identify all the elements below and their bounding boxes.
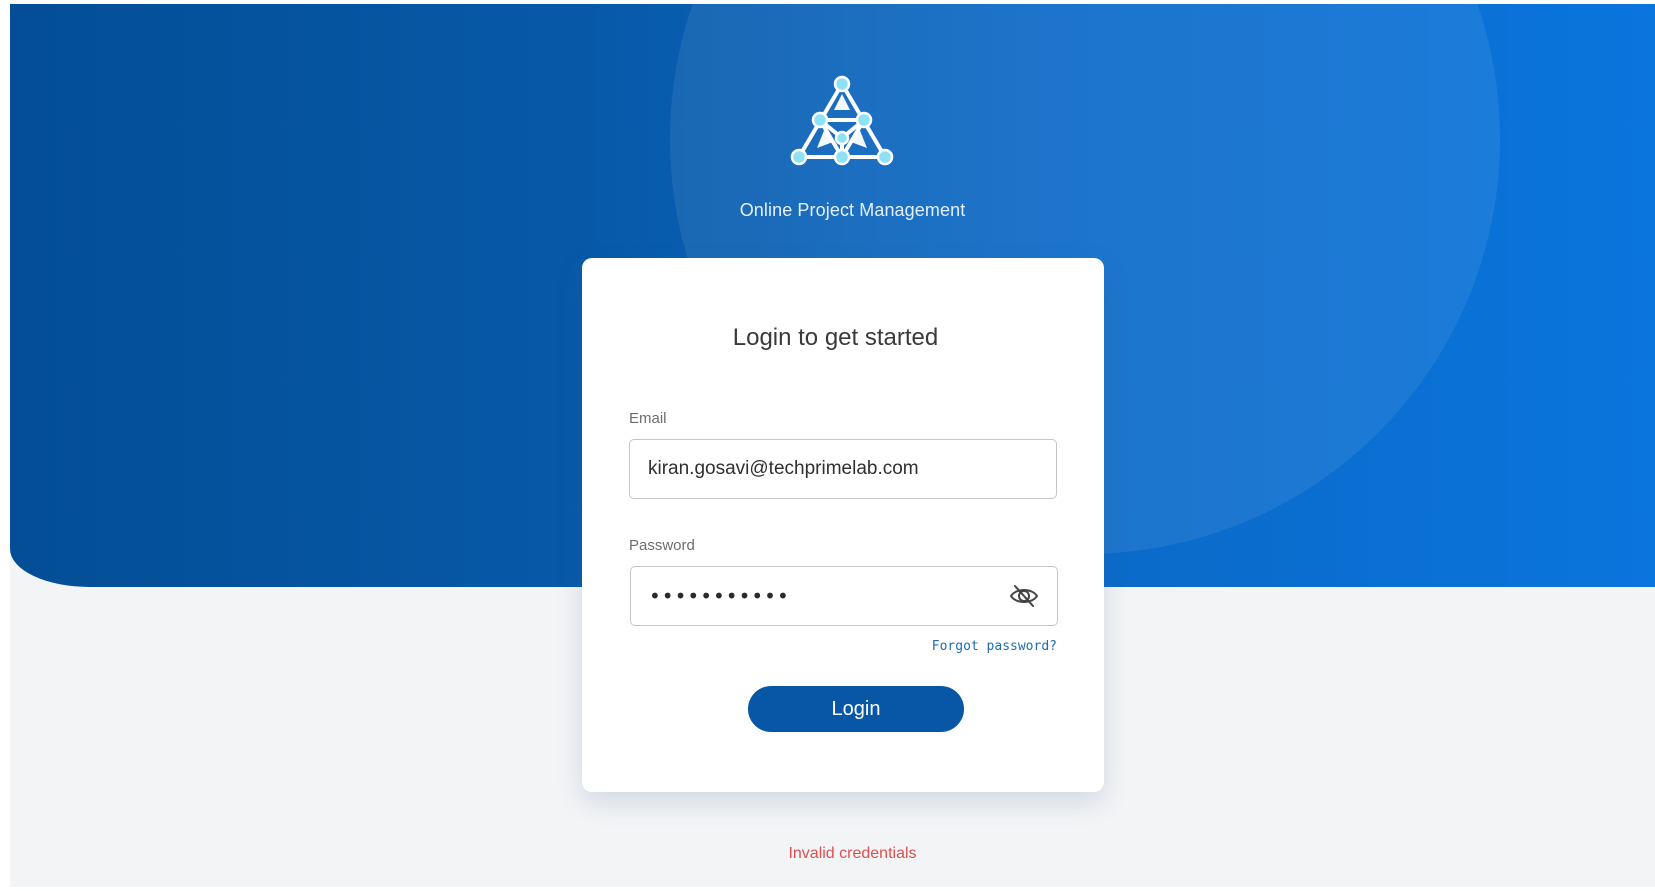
email-field[interactable] [648, 440, 1028, 498]
login-button[interactable]: Login [748, 686, 964, 732]
password-label: Password [629, 537, 695, 554]
email-label: Email [629, 410, 667, 427]
password-masked-value: ••••••••••• [649, 584, 790, 608]
password-field[interactable]: ••••••••••• [630, 566, 1058, 626]
eye-slash-icon [1010, 585, 1038, 607]
network-triangle-logo-icon [790, 75, 894, 166]
error-message: Invalid credentials [788, 845, 917, 862]
email-field-container [629, 439, 1057, 499]
login-card: Login to get started Email Password ••••… [582, 258, 1104, 792]
brand-name: Online Project Management [739, 200, 966, 220]
login-card-title: Login to get started [732, 324, 939, 351]
login-page: Online Project Management Login to get s… [10, 4, 1655, 887]
show-password-toggle[interactable] [1009, 583, 1039, 609]
forgot-password-link[interactable]: Forgot password? [910, 639, 1057, 654]
